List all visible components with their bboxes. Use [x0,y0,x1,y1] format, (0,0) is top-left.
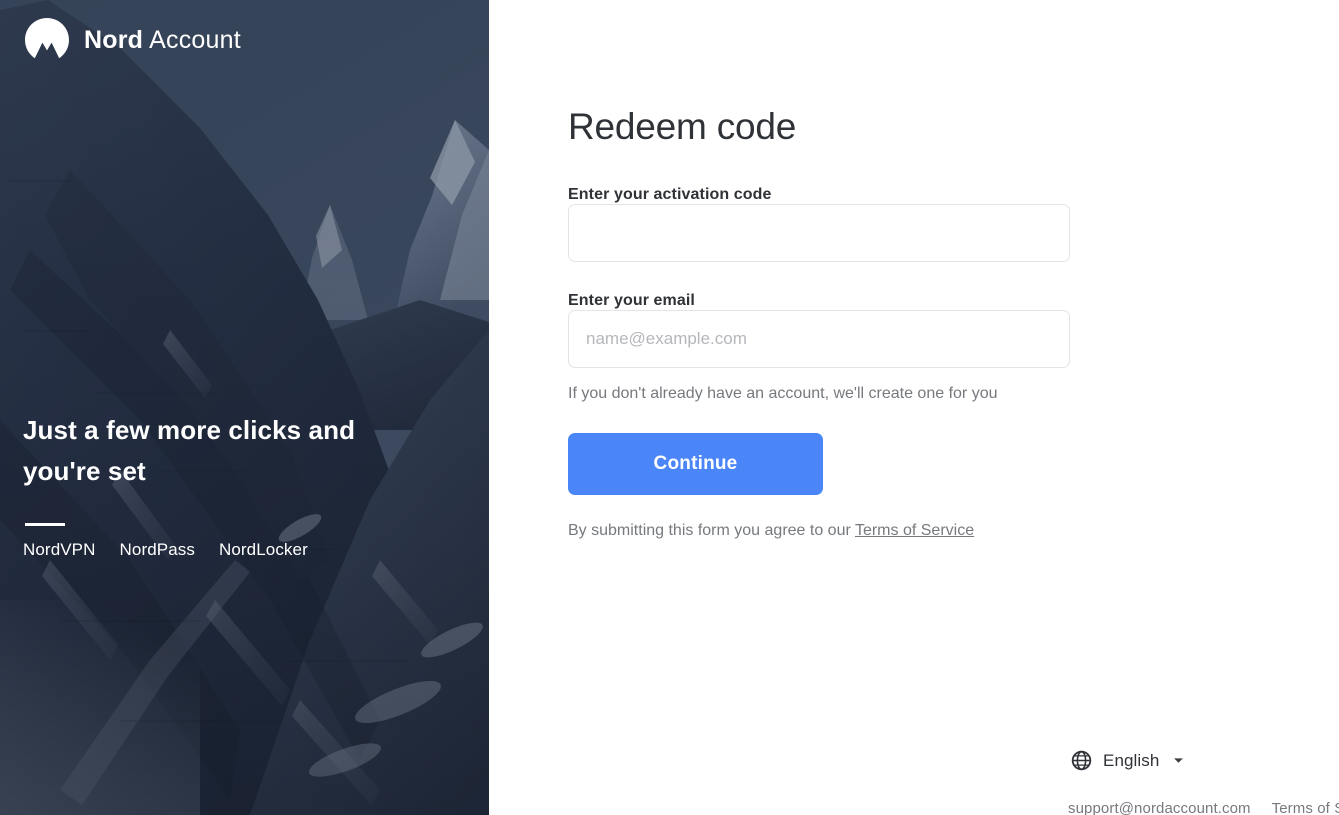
email-group: Enter your email If you don't already ha… [568,292,1070,407]
globe-icon [1071,750,1092,771]
footer-links: support@nordaccount.com Terms of Service… [1068,800,1339,815]
hero-divider [25,523,65,526]
hero-tagline-block: Just a few more clicks and you're set No… [23,410,403,560]
terms-of-service-link[interactable]: Terms of Service [855,522,974,539]
terms-agreement-text: By submitting this form you agree to our… [568,520,1070,542]
email-helper-text: If you don't already have an account, we… [568,385,998,402]
terms-agreement-prefix: By submitting this form you agree to our [568,522,855,539]
product-nordlocker: NordLocker [218,540,308,559]
hero-panel: Nord Account Just a few more clicks and y… [0,0,489,815]
brand-product: Account [149,25,241,54]
nord-mountain-logo-icon [25,18,69,59]
activation-code-label: Enter your activation code [568,186,772,203]
chevron-down-icon [1174,758,1184,763]
hero-content: Nord Account Just a few more clicks and y… [0,0,489,815]
continue-button[interactable]: Continue [568,433,823,495]
brand-logo-text: Nord Account [84,25,241,54]
brand-name: Nord [84,25,144,54]
product-list: NordVPN NordPass NordLocker [23,540,403,560]
hero-tagline: Just a few more clicks and you're set [23,415,356,486]
language-label: English [1103,750,1160,770]
activation-code-group: Enter your activation code [568,186,1070,262]
support-email-link[interactable]: support@nordaccount.com [1068,800,1251,815]
product-nordvpn: NordVPN [23,540,96,559]
language-selector[interactable]: English [1071,750,1184,771]
brand-logo[interactable]: Nord Account [23,16,241,64]
redeem-form: Redeem code Enter your activation code E… [568,103,1070,542]
email-input[interactable] [568,310,1070,368]
page-root: Nord Account Just a few more clicks and y… [0,0,1339,815]
page-title: Redeem code [568,106,797,147]
form-panel: Redeem code Enter your activation code E… [489,0,1339,815]
email-label: Enter your email [568,292,695,309]
footer-terms-link[interactable]: Terms of Service [1272,800,1339,815]
product-nordpass: NordPass [119,540,195,559]
activation-code-input[interactable] [568,204,1070,262]
